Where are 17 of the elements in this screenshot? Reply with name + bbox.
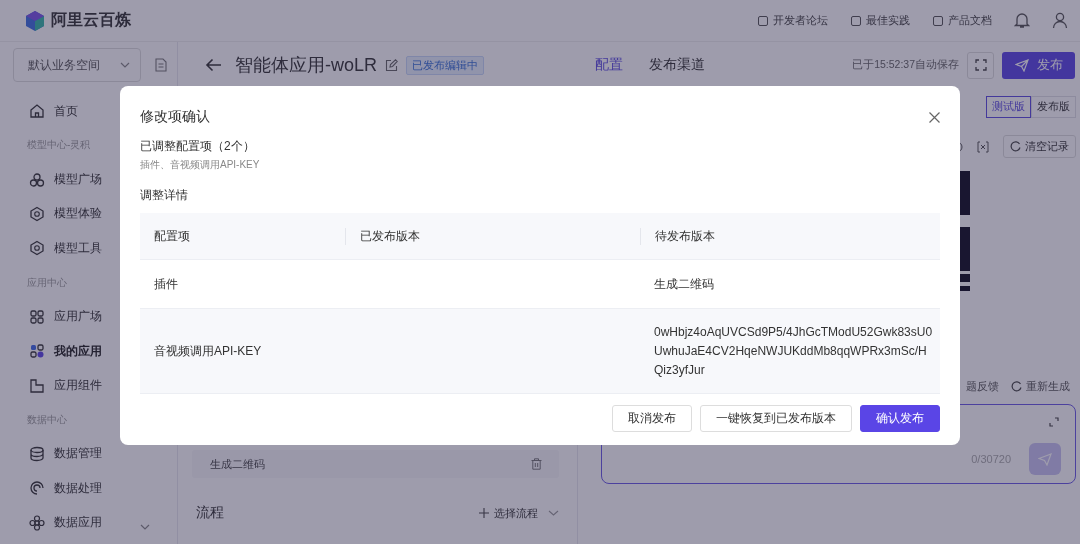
plugin-name: 生成二维码 — [210, 456, 265, 472]
brand-name: 阿里云百炼 — [51, 10, 131, 30]
dialog-title: 修改项确认 — [140, 108, 210, 126]
table-cell-text: 生成二维码 — [654, 275, 715, 293]
summary-title: 已调整配置项（2个） — [140, 138, 256, 155]
table-cell-text: 0wHbjz4oAqUVCSd9P5/4JhGcTModU52Gwk83sU0UwhuJaE4CV2HqeNWJUKddMb8qqWPRx3mSc/HQiz3yfJur — [654, 323, 934, 379]
section-title: 流程 — [196, 504, 224, 522]
column-header: 配置项 — [153, 227, 191, 245]
table-cell: 音视频调用API-KEY — [154, 343, 262, 358]
details-title: 调整详情 — [140, 187, 189, 204]
autosave-status: 已于15:52:37自动保存 — [852, 58, 959, 72]
summary-items: 插件、音视频调用API-KEY — [140, 158, 261, 172]
column-header: 待发布版本 — [640, 227, 940, 245]
table-cell: 插件 — [154, 276, 178, 291]
column-header: 已发布版本 — [345, 227, 640, 245]
status-badge: 已发布编辑中 — [406, 55, 484, 75]
app-title: 智能体应用-woLR — [235, 54, 377, 77]
